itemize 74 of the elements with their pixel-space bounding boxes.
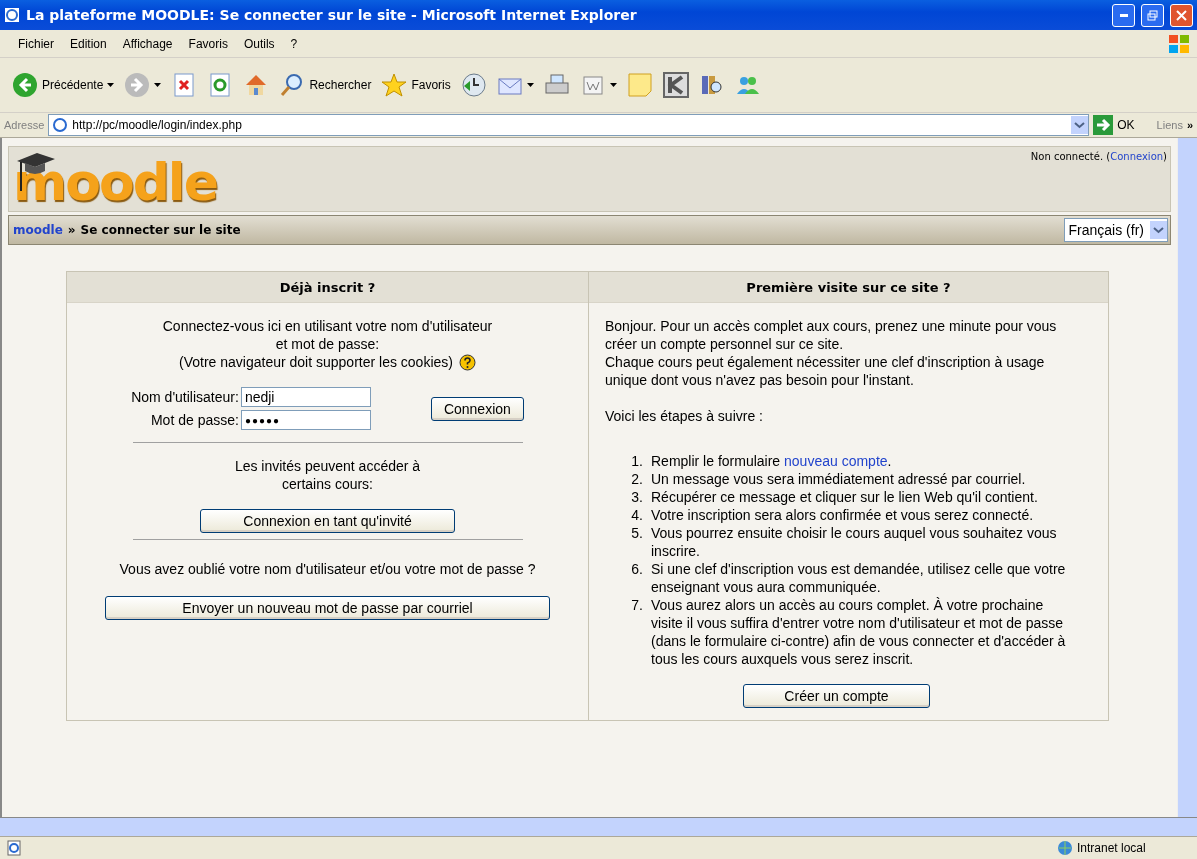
toolbar-button[interactable]: Rechercher bbox=[279, 69, 372, 101]
close-button[interactable] bbox=[1170, 3, 1193, 27]
menu-item[interactable]: Favoris bbox=[180, 36, 236, 51]
step-text: Vous pourrez ensuite choisir le cours auquel vous souhaitez vous inscrire. bbox=[651, 524, 1058, 560]
menu-item[interactable]: Edition bbox=[62, 36, 115, 51]
note-icon bbox=[626, 72, 653, 98]
toolbar-button[interactable]: Précédente bbox=[12, 69, 115, 101]
step-text: Votre inscription sera alors confirmée et vous serez connecté. bbox=[651, 506, 1034, 524]
intro-text: Connectez-vous ici en utilisant votre nom d'utilisateur bbox=[162, 317, 493, 335]
close-icon bbox=[1176, 9, 1187, 21]
dropdown-caret-icon bbox=[609, 83, 617, 87]
step-number: 1. bbox=[630, 452, 643, 470]
globe-icon bbox=[1057, 840, 1073, 856]
step-number: 3. bbox=[630, 488, 643, 506]
step-text: Vous aurez alors un accès au cours complet. À votre prochaine visite il vous suffira d'entrer votre nom d'utilisateur et mot de passe (dans le formulaire ci-contre) afin de vous connecter et d'accéder à tous les cours auxquels vous serez inscrit. bbox=[651, 596, 1067, 668]
step-number: 6. bbox=[630, 560, 643, 579]
step-number: 5. bbox=[630, 524, 643, 543]
column-heading: Première visite sur ce site ? bbox=[589, 272, 1108, 303]
steps-intro: Voici les étapes à suivre : bbox=[605, 407, 764, 425]
go-button[interactable]: OK bbox=[1093, 115, 1135, 135]
breadcrumb-separator: » bbox=[67, 223, 76, 237]
new-account-link[interactable]: nouveau compte bbox=[784, 453, 888, 469]
step-number: 7. bbox=[630, 596, 643, 615]
info-text: Bonjour. Pour un accès complet aux cours, prenez une minute pour vous créer un compte personnel sur ce site. bbox=[605, 317, 1058, 353]
address-field[interactable]: http://pc/moodle/login/index.php bbox=[48, 114, 1090, 136]
info-text: Chaque cours peut également nécessiter une clef d'inscription à usage unique dont vous n'avez pas besoin pour l'instant. bbox=[605, 353, 1046, 389]
go-arrow-icon bbox=[1093, 115, 1114, 135]
security-zone: Intranet local bbox=[1077, 841, 1147, 855]
breadcrumb-home-link[interactable]: moodle bbox=[13, 223, 63, 237]
k-logo-icon bbox=[662, 72, 689, 98]
password-label: Mot de passe: bbox=[149, 412, 239, 428]
password-field[interactable]: ●●●●● bbox=[240, 410, 371, 430]
login-button[interactable]: Connexion bbox=[430, 396, 524, 421]
restore-icon bbox=[1147, 9, 1158, 21]
step-text: Si une clef d'inscription vous est demandée, utilisez celle que votre enseignant vous aura communiquée. bbox=[651, 560, 1067, 596]
menu-item[interactable]: Affichage bbox=[114, 36, 181, 51]
help-icon[interactable] bbox=[458, 353, 476, 371]
toolbar-button[interactable]: Favoris bbox=[381, 69, 451, 101]
history-icon bbox=[460, 72, 487, 98]
address-label: Adresse bbox=[4, 119, 45, 131]
dropdown-caret-icon bbox=[526, 83, 534, 87]
step-text: Récupérer ce message et cliquer sur le lien Web qu'il contient. bbox=[651, 488, 1038, 506]
intro-text: et mot de passe: bbox=[275, 335, 380, 353]
minimize-button[interactable] bbox=[1112, 3, 1135, 27]
language-select[interactable]: Français (fr) bbox=[1063, 218, 1168, 242]
username-field[interactable]: nedji bbox=[240, 387, 371, 407]
more-chevron[interactable]: » bbox=[1186, 119, 1193, 131]
guest-login-button[interactable]: Connexion en tant qu'invité bbox=[200, 509, 455, 533]
dropdown-icon[interactable] bbox=[1071, 116, 1089, 134]
login-status: Non connecté. (Connexion) bbox=[1029, 150, 1168, 164]
forgot-text: Vous avez oublié votre nom d'utilisateur et/ou votre mot de passe ? bbox=[118, 560, 537, 578]
username-label: Nom d'utilisateur: bbox=[131, 389, 239, 405]
restore-button[interactable] bbox=[1141, 3, 1164, 27]
send-password-button[interactable]: Envoyer un nouveau mot de passe par courriel bbox=[105, 596, 550, 620]
dropdown-caret-icon bbox=[154, 83, 162, 87]
menu-item[interactable]: Outils bbox=[235, 36, 283, 51]
step-text: Remplir le formulaire nouveau compte. bbox=[651, 452, 892, 470]
step-number: 2. bbox=[630, 470, 643, 488]
windows-logo-icon bbox=[1167, 32, 1191, 55]
guest-text: Les invités peuvent accéder à certains cours: bbox=[233, 457, 422, 493]
intro-text: (Votre navigateur doit supporter les cookies) bbox=[179, 353, 453, 371]
window-title: La plateforme MOODLE: Se connecter sur le site - Microsoft Internet Explorer bbox=[26, 7, 638, 23]
dropdown-icon[interactable] bbox=[1150, 221, 1167, 239]
toolbar-button[interactable] bbox=[662, 69, 689, 101]
step-number: 4. bbox=[630, 506, 643, 524]
column-heading: Déjà inscrit ? bbox=[67, 272, 588, 303]
star-icon bbox=[381, 72, 408, 98]
minimize-icon bbox=[1119, 13, 1128, 17]
menu-item[interactable]: ? bbox=[282, 36, 306, 51]
create-account-button[interactable]: Créer un compte bbox=[743, 684, 930, 708]
menu-item[interactable]: Fichier bbox=[10, 36, 62, 51]
breadcrumb-current: Se connecter sur le site bbox=[80, 223, 241, 237]
dropdown-caret-icon bbox=[107, 83, 115, 87]
step-text: Un message vous sera immédiatement adressé par courriel. bbox=[651, 470, 1026, 488]
